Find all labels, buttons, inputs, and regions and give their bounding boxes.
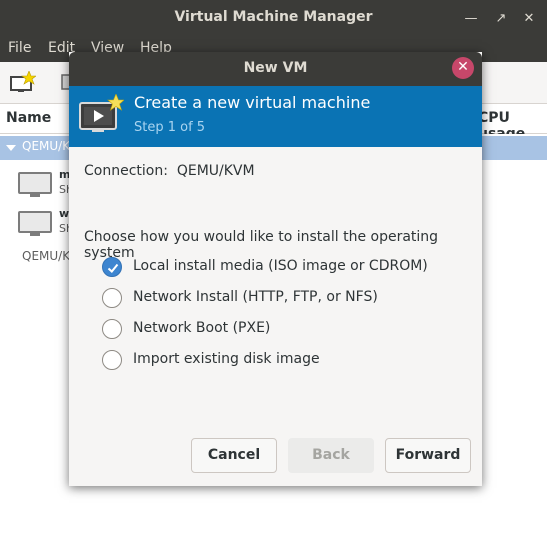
dialog-close-icon[interactable]: ✕ — [452, 57, 474, 79]
new-vm-dialog: New VM ✕ Create a new virtual machine St… — [69, 52, 482, 486]
cancel-button[interactable]: Cancel — [191, 438, 277, 473]
radio-label: Import existing disk image — [133, 351, 320, 367]
banner-step: Step 1 of 5 — [134, 120, 206, 135]
virtual-machine-icon — [79, 94, 124, 132]
connection-label: Connection: QEMU/KVM — [84, 163, 255, 179]
expander-icon[interactable] — [6, 145, 16, 151]
new-vm-icon[interactable] — [10, 71, 36, 93]
vm-monitor-stand — [30, 194, 40, 197]
vm-monitor-icon — [18, 172, 52, 194]
checkmark-icon — [107, 263, 119, 273]
back-button: Back — [288, 438, 374, 473]
minimize-icon[interactable]: — — [462, 10, 480, 28]
dialog-title: New VM — [243, 60, 308, 76]
radio-local-install-media[interactable]: Local install media (ISO image or CDROM) — [102, 256, 462, 278]
radio-label: Local install media (ISO image or CDROM) — [133, 258, 428, 274]
radio-unchecked-icon[interactable] — [102, 350, 122, 370]
radio-unchecked-icon[interactable] — [102, 319, 122, 339]
menu-file[interactable]: File — [8, 40, 31, 56]
radio-import-disk-image[interactable]: Import existing disk image — [102, 349, 462, 371]
radio-unchecked-icon[interactable] — [102, 288, 122, 308]
main-titlebar[interactable]: Virtual Machine Manager — ↗ ✕ — [0, 0, 547, 38]
dialog-titlebar[interactable]: New VM ✕ — [69, 52, 482, 86]
column-name-header[interactable]: Name — [6, 110, 51, 126]
radio-network-boot[interactable]: Network Boot (PXE) — [102, 318, 462, 340]
maximize-icon[interactable]: ↗ — [492, 10, 510, 28]
wizard-banner: Create a new virtual machine Step 1 of 5 — [69, 86, 482, 147]
radio-label: Network Install (HTTP, FTP, or NFS) — [133, 289, 378, 305]
banner-title: Create a new virtual machine — [134, 93, 371, 112]
radio-checked-icon[interactable] — [102, 257, 122, 277]
radio-network-install[interactable]: Network Install (HTTP, FTP, or NFS) — [102, 287, 462, 309]
vm-monitor-icon — [18, 211, 52, 233]
vm-name: w — [59, 207, 70, 220]
desktop-edge — [547, 0, 553, 552]
forward-button[interactable]: Forward — [385, 438, 471, 473]
radio-label: Network Boot (PXE) — [133, 320, 271, 336]
vm-monitor-stand — [30, 233, 40, 236]
close-icon[interactable]: ✕ — [520, 10, 538, 28]
